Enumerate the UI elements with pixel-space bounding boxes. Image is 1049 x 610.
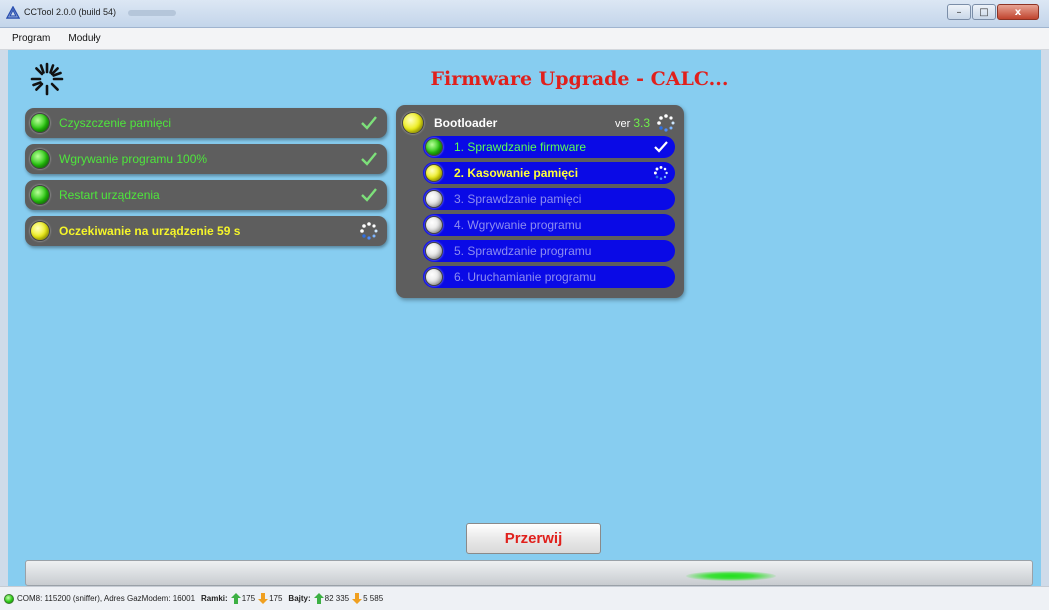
status-led-green [30, 113, 50, 133]
step-label: 6. Uruchamianie programu [454, 270, 597, 284]
progress-bar [25, 560, 1033, 586]
task-item-wait-device: Oczekiwanie na urządzenie 59 s [25, 216, 387, 246]
bootloader-version: ver 3.3 [615, 116, 650, 130]
bootloader-step-2: 2. Kasowanie pamięci [423, 162, 675, 184]
port-info: COM8: 115200 (sniffer), Adres GazModem: … [17, 594, 196, 603]
version-value: 3.3 [633, 116, 650, 130]
bytes-up: 82 335 [324, 594, 350, 603]
frames-down: 175 [269, 594, 283, 603]
status-led-off [425, 216, 443, 234]
status-bar: COM8: 115200 (sniffer), Adres GazModem: … [0, 586, 1049, 610]
menu-moduly[interactable]: Moduły [64, 31, 104, 46]
task-label: Wgrywanie programu 100% [59, 152, 208, 166]
busy-dots-icon [657, 114, 675, 132]
version-label: ver [614, 118, 631, 130]
step-label: 5. Sprawdzanie programu [454, 244, 592, 258]
task-label: Restart urządzenia [59, 188, 160, 202]
cctool-logo-icon [6, 6, 20, 19]
bootloader-step-5: 5. Sprawdzanie programu [423, 240, 675, 262]
title-redacted [128, 10, 176, 16]
arrow-up-icon [230, 593, 241, 604]
bootloader-title: Bootloader [434, 116, 498, 130]
bootloader-step-1: 1. Sprawdzanie firmware [423, 136, 675, 158]
busy-dots-icon [360, 222, 378, 240]
task-item-upload-program: Wgrywanie programu 100% [25, 144, 387, 174]
page-title: Firmware Upgrade - CALC... [430, 68, 729, 90]
task-label: Czyszczenie pamięci [59, 116, 172, 130]
progress-indicator [686, 571, 776, 581]
step-label: 4. Wgrywanie programu [454, 218, 582, 232]
maximize-button[interactable]: □ [972, 4, 996, 20]
arrow-up-icon [313, 593, 324, 604]
busy-dots-icon [653, 165, 668, 180]
bootloader-step-6: 6. Uruchamianie programu [423, 266, 675, 288]
bytes-down: 5 585 [363, 594, 384, 603]
status-led-green [30, 185, 50, 205]
close-button[interactable]: x [997, 4, 1039, 20]
status-led-yellow [30, 221, 50, 241]
bootloader-step-3: 3. Sprawdzanie pamięci [423, 188, 675, 210]
bootloader-panel: Bootloader ver 3.3 1. Sprawdzanie firmwa… [396, 105, 684, 298]
step-label: 2. Kasowanie pamięci [454, 166, 579, 180]
abort-button[interactable]: Przerwij [466, 523, 601, 554]
task-item-clear-memory: Czyszczenie pamięci [25, 108, 387, 138]
window-titlebar: CCTool 2.0.0 (build 54) – □ x [0, 0, 1049, 28]
window-title: CCTool 2.0.0 (build 54) [24, 7, 117, 17]
checkmark-icon [361, 116, 377, 130]
bootloader-step-4: 4. Wgrywanie programu [423, 214, 675, 236]
minimize-button[interactable]: – [947, 4, 971, 20]
status-led-off [425, 268, 443, 286]
main-panel: Firmware Upgrade - CALC... Czyszczenie p… [8, 50, 1041, 586]
status-led-off [425, 190, 443, 208]
bytes-label: Bajty: [288, 594, 311, 603]
status-led-yellow [425, 164, 443, 182]
task-label: Oczekiwanie na urządzenie 59 s [59, 224, 241, 238]
frames-up: 175 [241, 594, 256, 603]
bootloader-header: Bootloader ver 3.3 [402, 111, 678, 135]
status-led-off [425, 242, 443, 260]
checkmark-icon [361, 152, 377, 166]
step-label: 3. Sprawdzanie pamięci [454, 192, 582, 206]
status-led-green [30, 149, 50, 169]
step-label: 1. Sprawdzanie firmware [454, 140, 587, 154]
menu-program[interactable]: Program [8, 31, 54, 46]
window-controls: – □ x [947, 4, 1039, 20]
arrow-down-icon [352, 593, 363, 604]
menu-bar: Program Moduły [0, 28, 1049, 50]
status-led-yellow [402, 112, 424, 134]
checkmark-icon [361, 188, 377, 202]
task-item-restart-device: Restart urządzenia [25, 180, 387, 210]
checkmark-icon [654, 141, 668, 153]
frames-label: Ramki: [201, 594, 228, 603]
arrow-down-icon [258, 593, 269, 604]
connection-status-led [4, 593, 14, 604]
status-led-green [425, 138, 443, 156]
